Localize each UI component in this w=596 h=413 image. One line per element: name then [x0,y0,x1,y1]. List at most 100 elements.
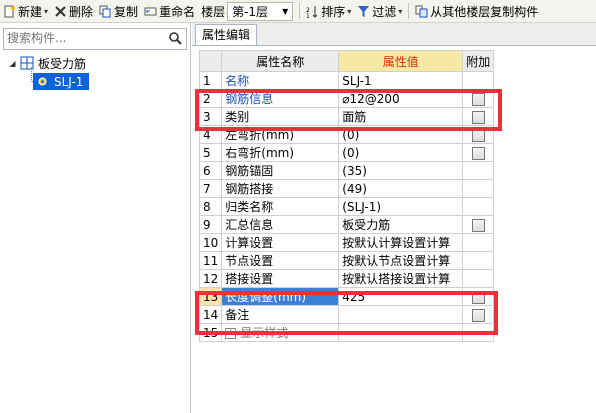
property-value[interactable]: 面筋 [338,107,464,126]
tree-root-label: 板受力筋 [38,56,87,71]
property-panel: 属性编辑 属性名称 属性值 附加 1 名称 SLJ-1 2 钢筋信息 ⌀12@2… [192,23,596,413]
table-row[interactable]: 1 名称 SLJ-1 [198,71,495,90]
property-name: 计算设置 [221,233,340,252]
copy-button[interactable]: 复制 [96,1,141,21]
row-number: 13 [198,287,223,306]
attach-cell [462,269,495,288]
table-row[interactable]: 9 汇总信息 板受力筋 [198,215,495,234]
table-row[interactable]: 12 搭接设置 按默认搭接设置计算 [198,269,495,288]
copy-from-other-floor-button[interactable]: 从其他楼层复制构件 [412,1,541,21]
property-name: 钢筋搭接 [221,179,340,198]
search-box [3,28,187,50]
table-row[interactable]: 7 钢筋搭接 (49) [198,179,495,198]
table-row[interactable]: 11 节点设置 按默认节点设置计算 [198,251,495,270]
attach-checkbox[interactable] [471,218,485,232]
component-tree-panel: ◢ 板受力筋 SLJ-1 [0,23,191,413]
row-number: 5 [198,143,223,162]
property-value[interactable]: (SLJ-1) [338,197,464,216]
table-row[interactable]: 4 左弯折(mm) (0) [198,125,495,144]
new-dropdown-arrow-icon[interactable]: ▾ [44,7,48,16]
delete-icon [55,5,66,17]
row-number: 14 [198,305,223,324]
filter-dropdown-arrow-icon[interactable]: ▾ [398,7,402,16]
property-value[interactable]: 425 [338,287,464,306]
search-icon[interactable] [168,31,182,45]
property-name: 搭接设置 [221,269,340,288]
floor-value: 第-1层 [232,4,269,19]
copy-from-floor-icon [415,5,428,17]
property-value[interactable]: (35) [338,161,464,180]
property-name: 右弯折(mm) [221,143,340,162]
attach-cell [462,107,495,126]
tab-property-edit[interactable]: 属性编辑 [195,24,258,45]
property-value[interactable] [338,305,464,324]
property-name: 类别 [221,107,340,126]
expand-plus-icon[interactable]: + [225,328,237,339]
attach-cell [462,197,495,216]
component-gear-icon [38,77,47,86]
attach-cell [462,233,495,252]
row-number: 1 [198,71,223,90]
attach-cell [462,89,495,108]
floor-select[interactable]: 第-1层 ▼ [227,1,294,21]
toolbar: 新建 ▾ 删除 复制 重命名 楼层 第-1层 ▼ 21 排序 ▾ 过滤 ▾ 从其… [0,0,596,23]
property-value[interactable]: (49) [338,179,464,198]
attach-cell [462,323,495,342]
sort-button[interactable]: 21 排序 ▾ [303,1,354,21]
property-value[interactable]: (0) [338,125,464,144]
property-name: 钢筋信息 [221,89,340,108]
attach-checkbox[interactable] [471,146,485,160]
table-row[interactable]: 14 备注 [198,305,495,324]
copy-label: 复制 [114,4,139,19]
property-value[interactable]: (0) [338,143,464,162]
chevron-down-icon: ▼ [282,6,289,16]
row-number: 2 [198,89,223,108]
row-number: 3 [198,107,223,126]
property-name: 左弯折(mm) [221,125,340,144]
rename-icon [144,7,157,15]
property-value[interactable]: 板受力筋 [338,215,464,234]
table-row[interactable]: 2 钢筋信息 ⌀12@200 [198,89,495,108]
attach-checkbox[interactable] [471,128,485,142]
sort-dropdown-arrow-icon[interactable]: ▾ [347,7,351,16]
sort-label: 排序 [321,4,346,19]
attach-checkbox[interactable] [471,92,485,106]
property-value[interactable]: 按默认计算设置计算 [338,233,464,252]
attach-checkbox[interactable] [471,110,485,124]
row-number: 12 [198,269,223,288]
search-input[interactable] [4,29,157,47]
table-row[interactable]: 15 + 显示样式 [198,323,495,342]
row-number: 15 [198,323,223,342]
tree-node-slj-1[interactable]: SLJ-1 [33,73,90,90]
property-value[interactable]: SLJ-1 [338,71,464,90]
tree-node-root[interactable]: ◢ 板受力筋 [8,55,86,71]
table-row[interactable]: 5 右弯折(mm) (0) [198,143,495,162]
floor-label: 楼层 [201,4,226,19]
delete-button[interactable]: 删除 [51,1,96,21]
table-row[interactable]: 10 计算设置 按默认计算设置计算 [198,233,495,252]
grid-header-row: 属性名称 属性值 附加 [198,50,495,72]
attach-cell [462,251,495,270]
new-button[interactable]: 新建 ▾ [0,1,51,21]
attach-checkbox[interactable] [471,290,485,304]
copy-icon [99,5,111,17]
filter-button[interactable]: 过滤 ▾ [354,1,405,21]
tree-collapse-icon[interactable]: ◢ [8,59,17,68]
property-name: 长度调整(mm) [221,287,340,306]
toolbar-divider [408,3,410,19]
row-number: 8 [198,197,223,216]
attach-checkbox[interactable] [471,308,485,322]
table-row[interactable]: 8 归类名称 (SLJ-1) [198,197,495,216]
property-group[interactable]: + 显示样式 [221,323,340,342]
property-name: 显示样式 [240,326,289,340]
table-row[interactable]: 3 类别 面筋 [198,107,495,126]
property-value[interactable]: 按默认搭接设置计算 [338,269,464,288]
rename-button[interactable]: 重命名 [141,1,198,21]
delete-label: 删除 [69,4,94,19]
property-value[interactable]: ⌀12@200 [338,89,464,108]
property-value[interactable]: 按默认节点设置计算 [338,251,464,270]
table-row-selected[interactable]: 13 长度调整(mm) 425 [198,287,495,306]
table-row[interactable]: 6 钢筋锚固 (35) [198,161,495,180]
tab-bar: 属性编辑 [192,23,596,46]
attach-cell [462,71,495,90]
